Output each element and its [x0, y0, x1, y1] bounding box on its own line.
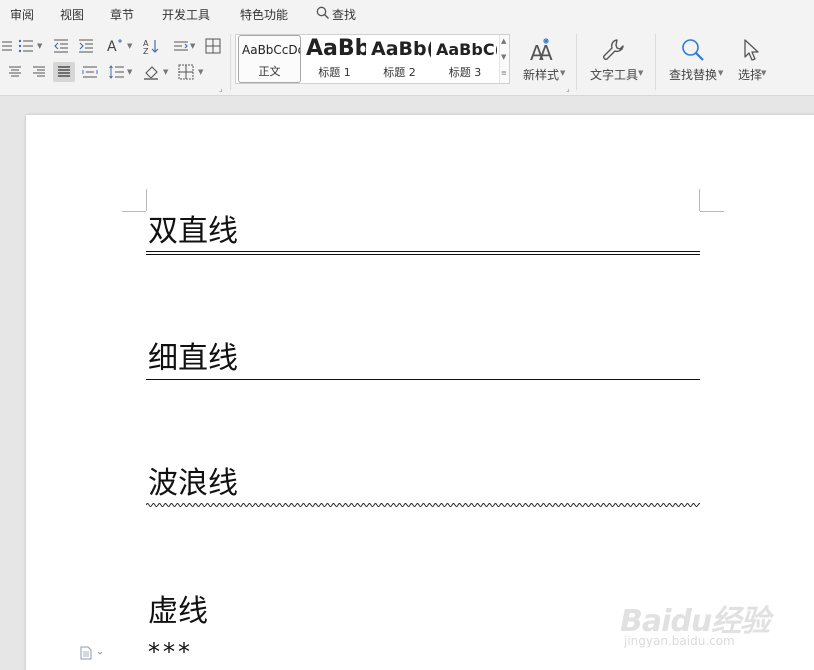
chevron-down-icon[interactable]: ▼ [163, 68, 168, 76]
chevron-down-icon: ▼ [638, 69, 644, 77]
text-direction-icon[interactable] [170, 36, 192, 56]
chevron-down-icon: ▼ [560, 69, 566, 77]
chevron-down-icon: ▼ [718, 69, 724, 77]
align-center-icon[interactable] [4, 62, 26, 82]
ribbon-toolbar: ▼ A ▼ AZ ▼ ▼ ▼ ▼ ⌟ AaBbCcDd 正文 AaBb 标题 1… [0, 28, 814, 96]
find-replace-button[interactable]: 查找替换 ▼ [662, 34, 724, 90]
new-style-icon: A A [530, 38, 553, 63]
borders-icon[interactable] [175, 62, 197, 82]
thin-underline [146, 379, 700, 380]
character-spacing-icon[interactable]: A [104, 36, 126, 56]
svg-text:Z: Z [143, 47, 149, 54]
style-name: 标题 2 [383, 66, 416, 79]
svg-text:A: A [107, 39, 117, 54]
heading-double-line[interactable]: 双直线 [148, 217, 238, 247]
baidu-watermark: Baidu经验 jingyan.baidu.com [620, 596, 800, 656]
style-heading-1[interactable]: AaBb 标题 1 [303, 35, 366, 83]
style-sample: AaBbCcDd [242, 43, 301, 57]
cursor-arrow-icon [744, 39, 759, 61]
find-replace-label: 查找替换 [668, 68, 717, 82]
wavy-underline [146, 503, 700, 507]
chevron-down-icon[interactable]: ▼ [190, 42, 195, 50]
menu-developer-tools[interactable]: 开发工具 [162, 6, 210, 23]
crop-mark [122, 211, 146, 212]
document-workspace: 双直线 细直线 波浪线 虚线 *** [0, 97, 814, 670]
menu-view[interactable]: 视图 [60, 6, 84, 23]
menu-chapter[interactable]: 章节 [110, 6, 134, 23]
trailing-asterisks[interactable]: *** [148, 640, 193, 664]
menu-find[interactable]: 查找 [332, 6, 356, 23]
text-tools-label: 文字工具 [589, 68, 638, 82]
style-gallery: AaBbCcDd 正文 AaBb 标题 1 AaBb( 标题 2 AaBbC( … [235, 34, 510, 84]
text-tools-button[interactable]: 文字工具 ▼ [583, 34, 645, 90]
svg-text:A: A [539, 41, 553, 63]
paragraph-dialog-launcher-icon[interactable]: ⌟ [219, 84, 223, 93]
chevron-down-icon: ▼ [761, 69, 767, 77]
chevron-up-icon[interactable]: ▲ [501, 37, 506, 45]
style-name: 正文 [258, 65, 281, 78]
chevron-down-icon[interactable]: ▼ [37, 42, 42, 50]
menu-bar: 审阅 视图 章节 开发工具 特色功能 查找 [0, 0, 814, 28]
style-name: 标题 3 [448, 66, 482, 79]
style-sample: AaBb( [371, 38, 431, 60]
crop-mark [146, 189, 147, 211]
chevron-down-icon[interactable]: ▼ [127, 68, 132, 76]
new-style-button[interactable]: A A 新样式 ▼ [515, 34, 567, 90]
magnifier-icon [682, 39, 704, 61]
bullet-list-icon[interactable] [15, 36, 37, 56]
increase-indent-icon[interactable] [75, 36, 97, 56]
chevron-down-icon[interactable]: ▼ [198, 68, 203, 76]
align-justify-icon[interactable] [53, 62, 75, 82]
style-heading-2[interactable]: AaBb( 标题 2 [368, 35, 431, 83]
heading-wavy-line[interactable]: 波浪线 [148, 469, 238, 499]
sort-icon[interactable]: AZ [140, 36, 162, 56]
page-navigation-icon[interactable] [80, 646, 106, 660]
heading-thin-line[interactable]: 细直线 [148, 344, 238, 374]
style-sample: AaBbC( [436, 40, 497, 59]
expand-gallery-icon[interactable]: ≡ [501, 69, 507, 77]
chevron-down-icon[interactable]: ▼ [127, 42, 132, 50]
style-heading-3[interactable]: AaBbC( 标题 3 [433, 35, 497, 83]
watermark-url: jingyan.baidu.com [624, 634, 735, 648]
style-normal[interactable]: AaBbCcDd 正文 [238, 35, 301, 83]
search-icon[interactable] [316, 6, 330, 20]
styles-dialog-launcher-icon[interactable]: ⌟ [566, 84, 570, 93]
style-sample: AaBb [306, 36, 366, 61]
heading-dashed-line[interactable]: 虚线 [148, 597, 208, 627]
menu-special-features[interactable]: 特色功能 [240, 6, 288, 23]
wps-writer-window: 审阅 视图 章节 开发工具 特色功能 查找 ▼ A ▼ AZ ▼ ▼ ▼ ▼ ⌟… [0, 0, 814, 670]
ribbon-separator [230, 34, 231, 90]
ribbon-separator [655, 34, 656, 90]
document-page[interactable]: 双直线 细直线 波浪线 虚线 *** [26, 115, 814, 670]
menu-review[interactable]: 审阅 [10, 6, 34, 23]
chevron-down-icon[interactable]: ▼ [501, 53, 506, 61]
paragraph-spacing-icon[interactable] [106, 62, 128, 82]
distributed-align-icon[interactable] [79, 62, 101, 82]
select-button[interactable]: 选择 ▼ [730, 34, 770, 90]
decrease-indent-icon[interactable] [50, 36, 72, 56]
table-insert-icon[interactable] [202, 36, 224, 56]
wrench-icon [603, 39, 624, 60]
shading-icon[interactable] [141, 62, 163, 82]
crop-mark [699, 189, 700, 211]
ribbon-separator [576, 34, 577, 90]
line-spacing-menu-icon[interactable] [0, 36, 14, 56]
double-underline [146, 251, 700, 255]
style-name: 标题 1 [318, 66, 351, 79]
align-right-icon[interactable] [28, 62, 50, 82]
crop-mark [700, 211, 724, 212]
style-gallery-scroll[interactable]: ▲ ▼ ≡ [499, 35, 509, 83]
